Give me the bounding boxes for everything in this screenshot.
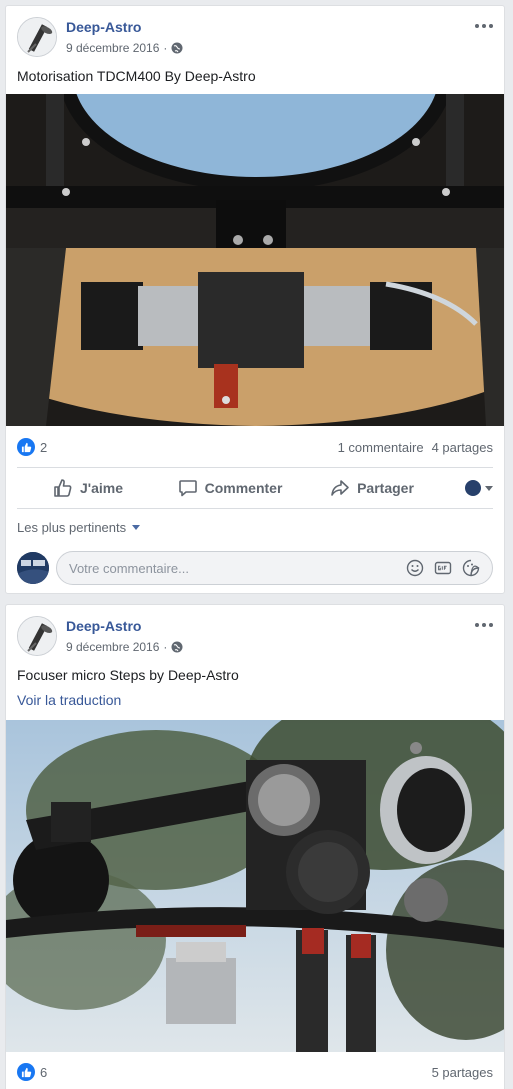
like-badge-icon xyxy=(17,1063,35,1081)
share-label: Partager xyxy=(357,480,414,496)
comment-input[interactable] xyxy=(69,560,406,576)
user-avatar[interactable] xyxy=(17,552,49,584)
post-photo[interactable] xyxy=(6,94,504,426)
comment-tools xyxy=(406,559,492,577)
sticker-icon[interactable] xyxy=(462,559,480,577)
share-button[interactable]: Partager xyxy=(301,478,443,498)
post-meta: 9 décembre 2016 · xyxy=(66,640,183,654)
see-translation-link[interactable]: Voir la traduction xyxy=(17,692,121,708)
audience-selector[interactable] xyxy=(443,480,493,496)
share-count[interactable]: 4 partages xyxy=(432,440,493,455)
post-meta: 9 décembre 2016 · xyxy=(66,41,183,55)
share-count[interactable]: 5 partages xyxy=(432,1065,493,1080)
speech-bubble-icon xyxy=(178,480,197,497)
comment-count[interactable]: 1 commentaire xyxy=(338,440,424,455)
chevron-down-icon xyxy=(485,485,493,491)
comment-sort-dropdown[interactable]: Les plus pertinents xyxy=(17,520,141,535)
gif-icon[interactable] xyxy=(434,559,452,577)
post-caption: Focuser micro Steps by Deep-Astro xyxy=(17,667,239,683)
author-name[interactable]: Deep-Astro xyxy=(66,19,141,35)
action-bar: J'aime Commenter Partager xyxy=(17,469,493,507)
like-label: J'aime xyxy=(79,480,124,496)
emoji-icon[interactable] xyxy=(406,559,424,577)
post-date[interactable]: 9 décembre 2016 xyxy=(66,41,159,55)
share-arrow-icon xyxy=(331,480,349,496)
comment-box xyxy=(56,551,493,585)
globe-icon xyxy=(171,641,183,653)
avatar[interactable] xyxy=(17,616,57,656)
thumbs-up-icon xyxy=(54,479,72,497)
divider xyxy=(17,508,493,509)
post-date[interactable]: 9 décembre 2016 xyxy=(66,640,159,654)
comment-label: Commenter xyxy=(204,480,283,496)
like-button[interactable]: J'aime xyxy=(17,478,159,498)
more-options-icon[interactable] xyxy=(475,618,493,632)
sort-label: Les plus pertinents xyxy=(17,520,127,535)
more-options-icon[interactable] xyxy=(475,19,493,33)
comment-composer xyxy=(17,551,493,585)
post-stats: 2 1 commentaire 4 partages xyxy=(17,436,493,458)
post-header: Deep-Astro 9 décembre 2016 · xyxy=(17,616,493,656)
globe-icon xyxy=(171,42,183,54)
comment-button[interactable]: Commenter xyxy=(159,478,301,498)
chevron-down-icon xyxy=(132,525,141,530)
like-count[interactable]: 2 xyxy=(40,440,47,455)
post-photo[interactable] xyxy=(6,720,504,1052)
post-card: Deep-Astro 9 décembre 2016 · Focuser mic… xyxy=(5,604,505,1089)
page-avatar-icon xyxy=(465,480,481,496)
like-badge-icon xyxy=(17,438,35,456)
post-stats: 6 5 partages xyxy=(17,1061,493,1083)
post-card: Deep-Astro 9 décembre 2016 · Motorisatio… xyxy=(5,5,505,594)
post-header: Deep-Astro 9 décembre 2016 · xyxy=(17,17,493,57)
like-count[interactable]: 6 xyxy=(40,1065,47,1080)
post-caption: Motorisation TDCM400 By Deep-Astro xyxy=(17,68,256,84)
author-name[interactable]: Deep-Astro xyxy=(66,618,141,634)
avatar[interactable] xyxy=(17,17,57,57)
divider xyxy=(17,467,493,468)
